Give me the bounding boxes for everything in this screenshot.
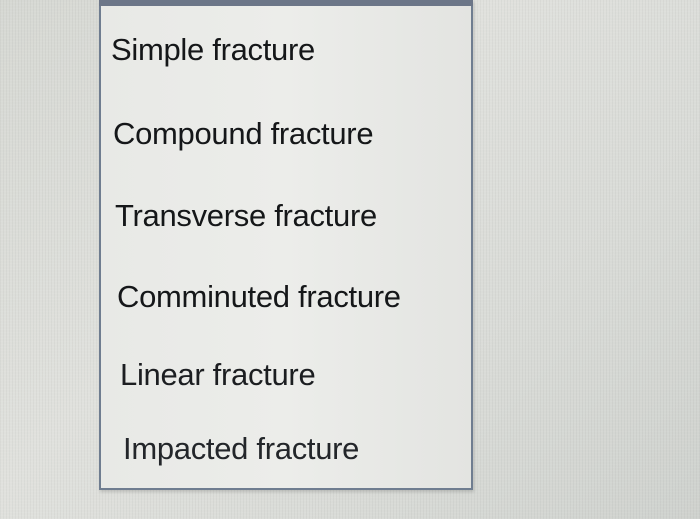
option-linear-fracture[interactable]: Linear fracture	[120, 357, 316, 393]
fracture-type-dropdown-list[interactable]: Simple fracture Compound fracture Transv…	[99, 0, 473, 490]
option-comminuted-fracture[interactable]: Comminuted fracture	[117, 279, 401, 315]
option-impacted-fracture[interactable]: Impacted fracture	[123, 431, 359, 467]
option-transverse-fracture[interactable]: Transverse fracture	[115, 198, 377, 234]
option-compound-fracture[interactable]: Compound fracture	[113, 116, 374, 152]
option-simple-fracture[interactable]: Simple fracture	[111, 32, 315, 68]
